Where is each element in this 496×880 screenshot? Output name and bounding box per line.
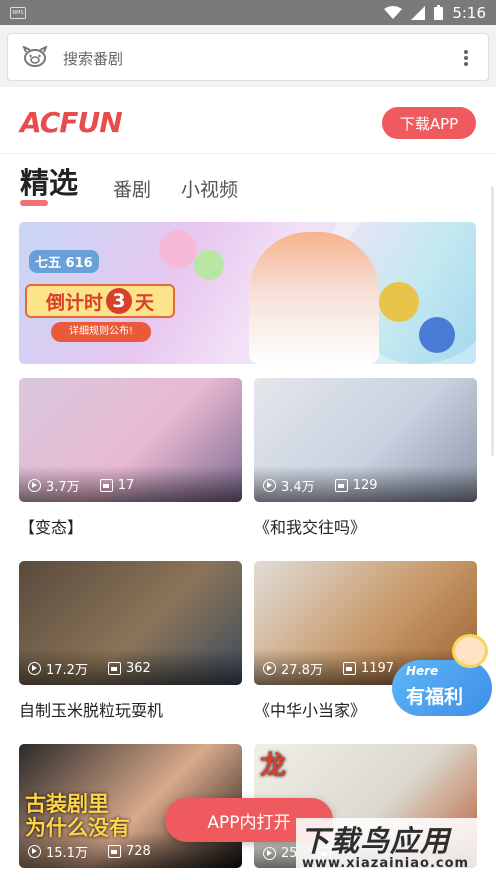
play-count-icon (263, 847, 276, 860)
countdown-suffix: 天 (135, 291, 155, 314)
status-icons: 5:16 (384, 4, 486, 22)
video-thumbnail[interactable]: 17.2万 362 (19, 561, 242, 685)
search-input[interactable]: 搜索番剧 (63, 48, 123, 69)
balloon-decoration (159, 230, 197, 268)
comment-icon (107, 845, 121, 858)
video-thumbnail[interactable]: 3.4万 129 (254, 378, 477, 502)
scrollbar[interactable] (491, 186, 494, 456)
wifi-icon (384, 5, 403, 19)
comment-icon (342, 662, 356, 675)
category-tabs: 精选 番剧 小视频 (0, 162, 496, 210)
notification-icon: NMS (10, 6, 26, 19)
pig-logo-icon (22, 46, 48, 67)
comment-icon (99, 479, 113, 492)
play-count-icon (263, 662, 276, 675)
battery-icon (434, 5, 444, 20)
watermark: 下载鸟应用 www.xiazainiao.com (296, 818, 496, 880)
play-count-icon (28, 662, 41, 675)
comment-count: 728 (125, 844, 151, 859)
page-content: ACFUN 下载APP 精选 番剧 小视频 七五 616 倒计时 3 天 详细规… (0, 90, 496, 880)
welfare-badge[interactable]: Here 有福利 (392, 634, 496, 720)
comment-count: 17 (117, 478, 135, 493)
video-card[interactable]: 3.4万 129 《和我交往吗》 (254, 378, 477, 538)
watermark-title: 下载鸟应用 (300, 824, 451, 858)
play-count-icon (263, 479, 276, 492)
video-stats: 15.1万 728 (28, 842, 151, 861)
welfare-label: 有福利 (406, 686, 464, 708)
clock: 5:16 (452, 3, 486, 22)
more-menu-icon[interactable] (464, 50, 468, 66)
download-app-button[interactable]: 下载APP (382, 107, 476, 139)
balloon-decoration (419, 317, 455, 353)
view-count: 17.2万 (46, 663, 88, 678)
banner-character (249, 232, 379, 364)
video-card[interactable]: 17.2万 362 自制玉米脱粒玩耍机 (19, 561, 242, 721)
site-header: ACFUN 下载APP (0, 90, 496, 154)
tab-short-video[interactable]: 小视频 (181, 175, 238, 202)
video-thumbnail[interactable]: 3.7万 17 (19, 378, 242, 502)
view-count: 3.7万 (46, 480, 80, 495)
tab-featured[interactable]: 精选 (20, 160, 78, 202)
comment-count: 129 (352, 478, 378, 493)
video-title[interactable]: 【变态】 (19, 514, 242, 538)
banner-event-badge: 七五 616 (29, 250, 99, 273)
welfare-here-label: Here (406, 664, 439, 678)
play-count-icon (28, 845, 41, 858)
view-count: 27.8万 (281, 663, 323, 678)
status-bar: NMS 5:16 (0, 0, 496, 25)
mascot-icon (452, 634, 488, 668)
search-bar[interactable]: 搜索番剧 (7, 33, 489, 81)
balloon-decoration (379, 282, 419, 322)
balloon-decoration (194, 250, 224, 280)
video-stats: 3.7万 17 (28, 476, 134, 495)
comment-count: 1197 (360, 661, 395, 676)
acfun-logo[interactable]: ACFUN (20, 106, 123, 139)
countdown-number: 3 (106, 288, 132, 314)
banner-countdown: 倒计时 3 天 (25, 284, 175, 318)
browser-search-area: 搜索番剧 (0, 25, 496, 87)
watermark-url: www.xiazainiao.com (302, 856, 470, 871)
welfare-bubble: Here 有福利 (392, 660, 492, 716)
play-count-icon (28, 479, 41, 492)
comment-icon (334, 479, 348, 492)
video-stats: 27.8万 1197 (263, 659, 394, 678)
view-count: 15.1万 (46, 846, 88, 861)
view-count: 3.4万 (281, 480, 315, 495)
countdown-prefix: 倒计时 (45, 291, 103, 314)
banner-subtitle: 详细规则公布! (51, 322, 151, 342)
comment-count: 362 (125, 661, 151, 676)
comment-icon (107, 662, 121, 675)
video-title[interactable]: 《和我交往吗》 (254, 514, 477, 538)
video-title[interactable]: 自制玉米脱粒玩耍机 (19, 697, 242, 721)
video-stats: 3.4万 129 (263, 476, 378, 495)
thumbnail-caption: 龙 (260, 751, 287, 781)
cellular-icon (411, 5, 426, 20)
video-card[interactable]: 3.7万 17 【变态】 (19, 378, 242, 538)
video-stats: 17.2万 362 (28, 659, 151, 678)
promo-banner[interactable]: 七五 616 倒计时 3 天 详细规则公布! (19, 222, 476, 364)
tab-anime[interactable]: 番剧 (113, 175, 151, 202)
